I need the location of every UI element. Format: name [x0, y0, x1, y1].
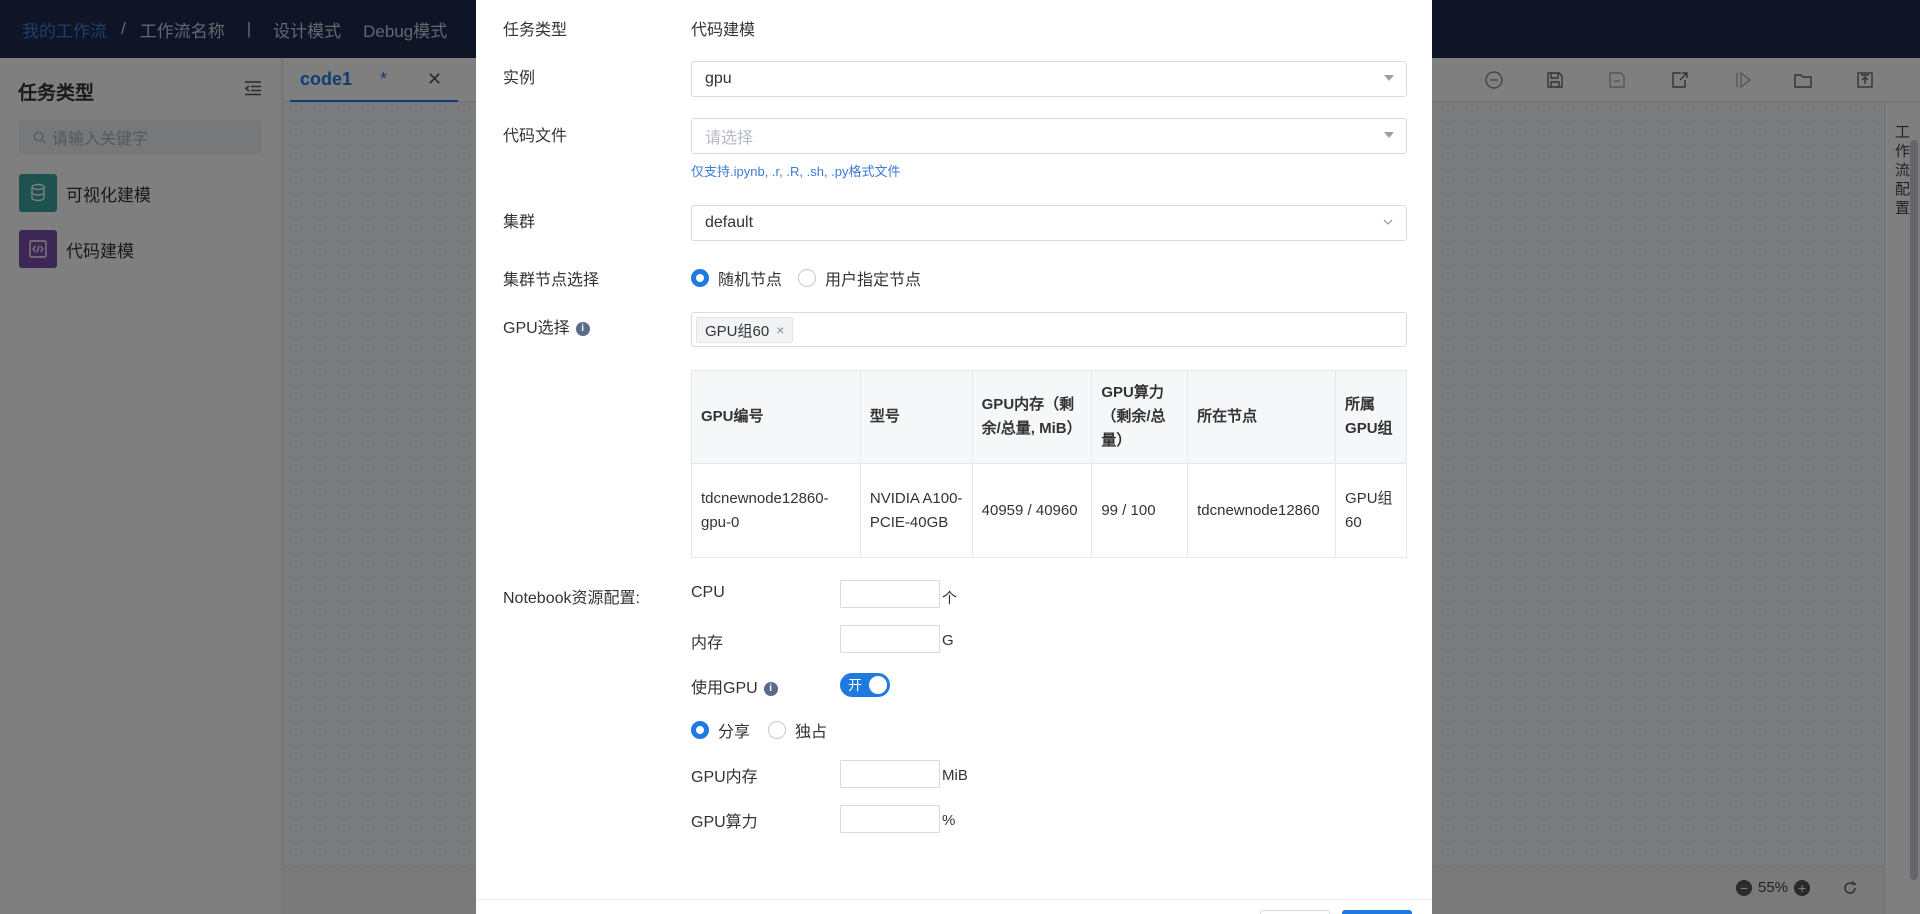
instance-value: gpu: [705, 70, 732, 87]
gpu-select-label-text: GPU选择: [503, 320, 570, 337]
gpu-power-input[interactable]: [840, 805, 940, 833]
table-header-row: GPU编号 型号 GPU内存（剩余/总量, MiB） GPU算力（剩余/总量） …: [691, 370, 1407, 464]
radio-checked-icon: [691, 721, 709, 739]
task-config-modal: 任务类型 代码建模 实例 gpu 代码文件 请选择 仅支持.ipynb, .r,…: [476, 0, 1432, 914]
memory-input[interactable]: [840, 625, 940, 653]
gpu-group-tag: GPU组60 ×: [696, 317, 794, 343]
gpu-power-label: GPU算力: [691, 814, 758, 831]
radio-label: 用户指定节点: [825, 272, 922, 289]
caret-down-icon: [1384, 75, 1394, 81]
use-gpu-toggle[interactable]: 开: [840, 673, 890, 697]
use-gpu-label-text: 使用GPU: [691, 680, 758, 697]
table-row[interactable]: tdcnewnode12860-gpu-0 NVIDIA A100-PCIE-4…: [691, 463, 1407, 558]
gpu-memory-unit: MiB: [942, 767, 968, 784]
gpu-group-multiselect[interactable]: GPU组60 ×: [691, 312, 1407, 347]
radio-label: 随机节点: [718, 272, 783, 289]
instance-label: 实例: [503, 70, 536, 87]
notebook-resource-label: Notebook资源配置:: [503, 590, 640, 607]
code-file-placeholder: 请选择: [705, 130, 754, 147]
chevron-down-icon: [1383, 219, 1393, 225]
cancel-button[interactable]: [1260, 910, 1330, 914]
cpu-input[interactable]: [840, 580, 940, 608]
info-icon[interactable]: i: [763, 681, 778, 696]
radio-user-specified-node[interactable]: 用户指定节点: [798, 266, 921, 290]
caret-down-icon: [1384, 132, 1394, 138]
code-file-label: 代码文件: [503, 128, 568, 145]
table-cell: 40959 / 40960: [971, 463, 1093, 558]
gpu-table: GPU编号 型号 GPU内存（剩余/总量, MiB） GPU算力（剩余/总量） …: [691, 370, 1407, 558]
radio-unchecked-icon: [798, 269, 816, 287]
cluster-label: 集群: [503, 214, 536, 231]
task-type-value: 代码建模: [691, 22, 756, 39]
radio-label: 独占: [795, 724, 828, 741]
cluster-select[interactable]: default: [691, 205, 1407, 241]
modal-footer: [476, 899, 1432, 914]
code-file-select[interactable]: 请选择: [691, 118, 1407, 154]
use-gpu-label: 使用GPU i: [691, 674, 778, 698]
remove-tag-icon[interactable]: ×: [776, 322, 784, 338]
table-cell: tdcnewnode12860-gpu-0: [691, 463, 861, 558]
radio-unchecked-icon: [768, 721, 786, 739]
cpu-label: CPU: [691, 584, 725, 601]
cpu-unit: 个: [942, 590, 958, 607]
memory-label: 内存: [691, 635, 724, 652]
toggle-label: 开: [848, 677, 862, 693]
confirm-button[interactable]: [1342, 910, 1412, 914]
radio-label: 分享: [718, 724, 751, 741]
tag-label: GPU组60: [705, 322, 770, 340]
table-cell: NVIDIA A100-PCIE-40GB: [859, 463, 973, 558]
code-file-hint: 仅支持.ipynb, .r, .R, .sh, .py格式文件: [691, 164, 901, 179]
column-header: GPU算力（剩余/总量）: [1091, 370, 1189, 464]
info-icon[interactable]: i: [575, 321, 590, 336]
radio-gpu-exclusive[interactable]: 独占: [768, 718, 827, 742]
table-cell: 99 / 100: [1091, 463, 1189, 558]
radio-checked-icon: [691, 269, 709, 287]
table-cell: tdcnewnode12860: [1187, 463, 1337, 558]
node-select-label: 集群节点选择: [503, 272, 600, 289]
cluster-value: default: [705, 214, 754, 231]
table-cell: GPU组60: [1335, 463, 1407, 558]
memory-unit: G: [942, 632, 954, 649]
instance-select[interactable]: gpu: [691, 61, 1407, 97]
gpu-select-label: GPU选择 i: [503, 314, 590, 338]
gpu-memory-label: GPU内存: [691, 769, 758, 786]
column-header: GPU内存（剩余/总量, MiB）: [971, 370, 1093, 464]
column-header: GPU编号: [691, 370, 861, 464]
column-header: 所属GPU组: [1335, 370, 1407, 464]
radio-gpu-share[interactable]: 分享: [691, 718, 750, 742]
radio-random-node[interactable]: 随机节点: [691, 266, 782, 290]
gpu-power-unit: %: [942, 812, 956, 829]
gpu-memory-input[interactable]: [840, 760, 940, 788]
toggle-knob: [869, 676, 887, 694]
task-type-label: 任务类型: [503, 22, 568, 39]
column-header: 型号: [859, 370, 973, 464]
column-header: 所在节点: [1187, 370, 1337, 464]
